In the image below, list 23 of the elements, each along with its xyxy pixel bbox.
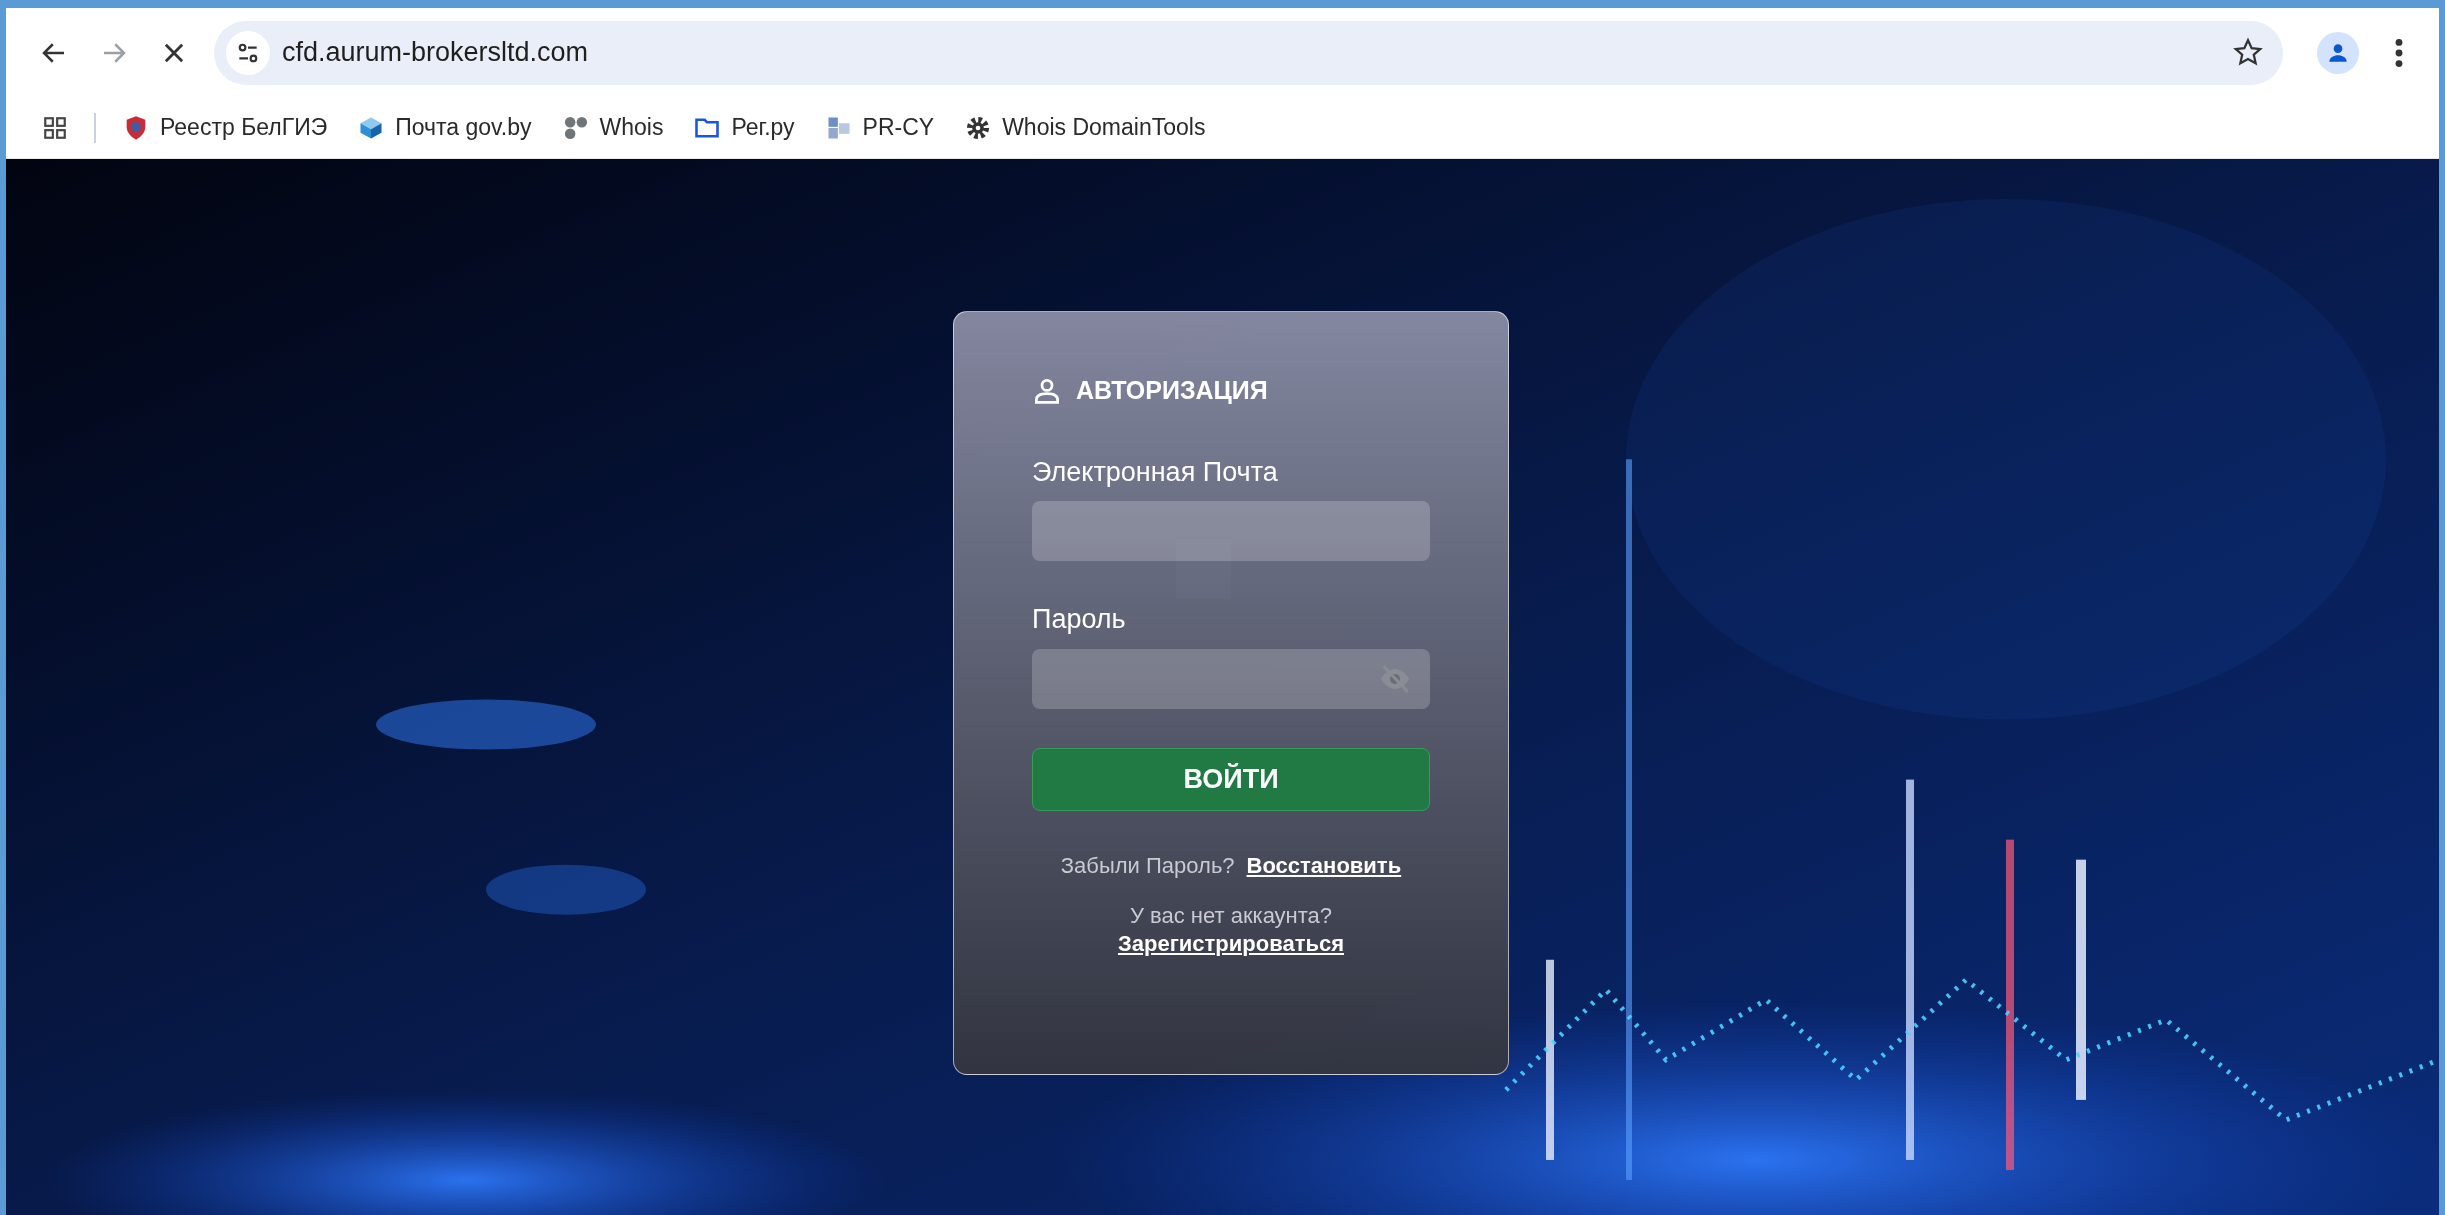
kebab-menu-icon [2395,38,2403,67]
field-label: Электронная Почта [1032,455,1279,489]
bookmark-link[interactable]: Рег.ру [693,110,795,145]
no-account-text: У вас нет аккаунта? [1129,902,1333,930]
forgot-password-text: Забыли Пароль? [1060,852,1235,880]
email-field[interactable] [1032,501,1430,562]
grid-icon [42,114,68,141]
bookmark-link[interactable]: Реестр БелГИЭ [122,110,328,145]
apps-button[interactable] [42,114,68,141]
address-bar[interactable]: cfd.aurum-brokersltd.com [214,20,2283,85]
form-title: АВТОРИЗАЦИЯ [1076,375,1268,406]
bookmark-link[interactable]: Whois DomainTools [964,110,1206,145]
bookmark-link[interactable]: PR-CY [824,110,935,145]
site-settings-button[interactable] [226,30,270,75]
url-text: cfd.aurum-brokersltd.com [282,36,590,70]
field-label: Пароль [1032,603,1127,637]
restore-link[interactable]: Восстановить [1246,849,1402,882]
login-button[interactable]: ВОЙТИ [1032,748,1430,811]
register-link[interactable]: Зарегистрироваться [1117,929,1345,957]
password-field[interactable] [1032,649,1430,709]
bookmark-link[interactable]: Почта gov.by [357,110,532,145]
bookmark-link[interactable]: Whois [561,110,664,145]
profile-button[interactable] [2317,31,2359,74]
